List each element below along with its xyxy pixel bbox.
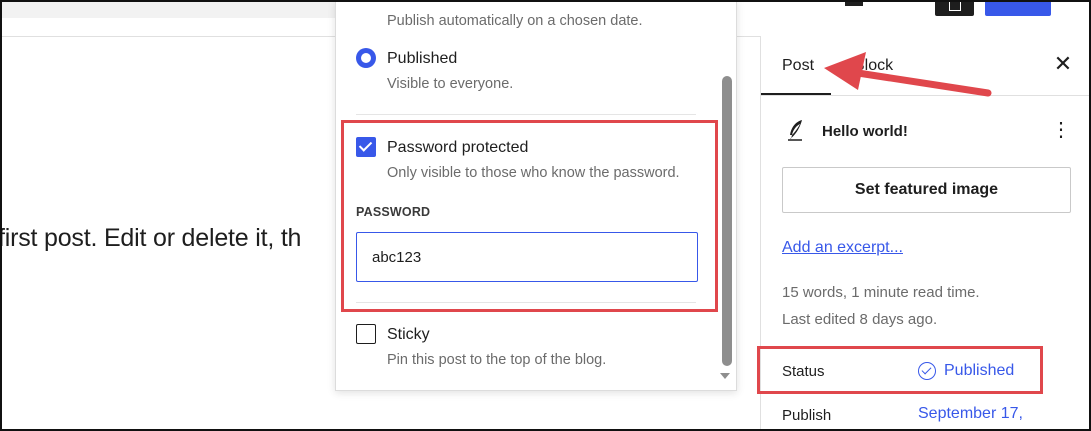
annotation-arrow [824,52,992,97]
